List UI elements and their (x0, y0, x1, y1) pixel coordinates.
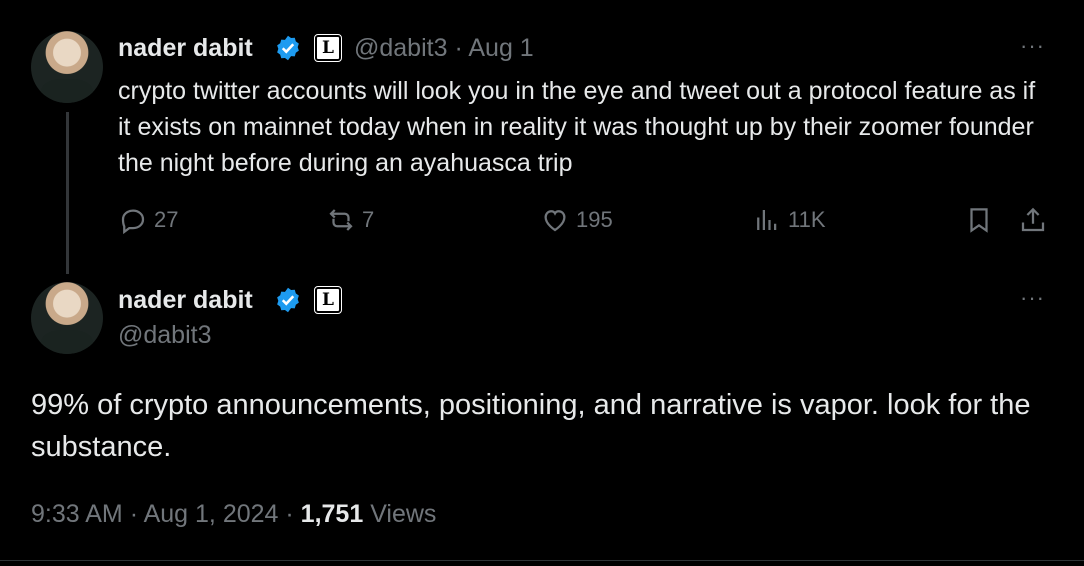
affiliate-badge-icon[interactable]: L (314, 34, 342, 62)
verified-badge-icon (277, 35, 299, 61)
views-count: 11K (788, 207, 826, 232)
avatar[interactable] (31, 31, 103, 103)
views-label[interactable]: Views (370, 500, 436, 528)
avatar[interactable] (31, 282, 103, 354)
separator: · (129, 500, 139, 528)
tweet-text: 99% of crypto announcements, positioning… (31, 389, 1031, 463)
reply-count: 27 (154, 207, 179, 232)
author-name[interactable]: nader dabit (118, 286, 253, 315)
like-count: 195 (576, 207, 613, 232)
separator: · (285, 500, 294, 528)
tweet-time[interactable]: 9:33 AM (31, 500, 123, 528)
separator: · (454, 34, 463, 62)
reply-icon (121, 209, 145, 235)
affiliate-badge-icon[interactable]: L (314, 286, 342, 314)
tweet-date[interactable]: Aug 1, 2024 (144, 500, 279, 528)
bookmark-icon (970, 208, 988, 233)
reply-button[interactable]: 27 (118, 205, 178, 235)
thread-connector-line (66, 112, 69, 274)
views-count[interactable]: 1,751 (301, 500, 364, 528)
handle-date-line: @dabit3 · Aug 1 (354, 34, 534, 63)
views-button[interactable]: 11K (752, 205, 826, 235)
author-handle[interactable]: @dabit3 (118, 321, 212, 350)
more-icon[interactable]: ··· (1020, 285, 1045, 311)
like-icon (544, 210, 566, 232)
bookmark-button[interactable] (964, 205, 994, 235)
author-handle[interactable]: @dabit3 (354, 34, 448, 62)
repost-button[interactable]: 7 (326, 205, 374, 235)
divider (0, 560, 1084, 561)
more-icon[interactable]: ··· (1020, 33, 1045, 59)
verified-badge-icon (277, 287, 299, 313)
author-name[interactable]: nader dabit (118, 34, 253, 63)
tweet-text: crypto twitter accounts will look you in… (118, 77, 1036, 177)
repost-count: 7 (362, 207, 375, 232)
tweet-metadata: 9:33 AM · Aug 1, 2024 · 1,751 Views (31, 500, 436, 529)
like-button[interactable]: 195 (540, 205, 613, 235)
repost-icon (329, 209, 353, 231)
tweet-date[interactable]: Aug 1 (468, 34, 533, 62)
share-icon (1021, 207, 1045, 232)
views-icon (757, 210, 777, 230)
share-button[interactable] (1018, 205, 1048, 235)
